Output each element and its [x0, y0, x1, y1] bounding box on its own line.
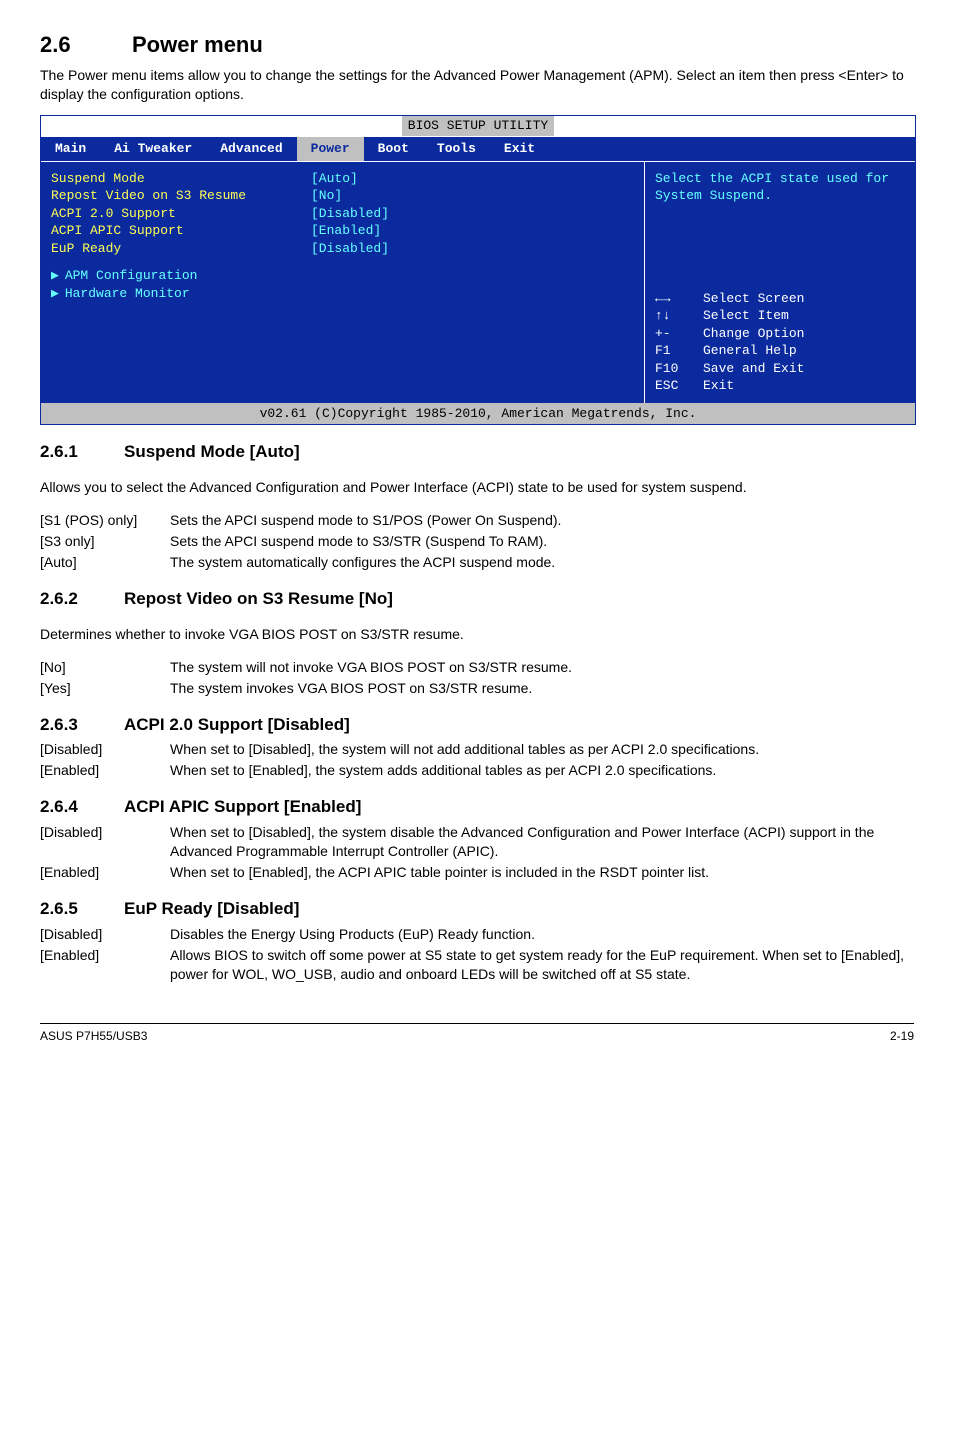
subsection-heading: 2.6.3 ACPI 2.0 Support [Disabled]	[40, 714, 914, 737]
option-row: [Enabled]When set to [Enabled], the syst…	[40, 761, 914, 780]
bios-option-row[interactable]: Suspend Mode[Auto]	[51, 170, 634, 188]
bios-option-row[interactable]: Repost Video on S3 Resume[No]	[51, 187, 634, 205]
section-number: 2.6	[40, 30, 96, 60]
bios-help-text: Select the ACPI state used for System Su…	[655, 170, 905, 290]
section-intro: The Power menu items allow you to change…	[40, 66, 914, 104]
bios-menu-item[interactable]: Main	[41, 137, 100, 161]
bios-box: BIOS SETUP UTILITY Main Ai Tweaker Advan…	[40, 115, 916, 425]
option-row: [Disabled]When set to [Disabled], the sy…	[40, 823, 914, 861]
bios-submenu[interactable]: ▶APM Configuration	[51, 267, 634, 285]
section-title: Power menu	[132, 30, 263, 60]
bios-menu-item[interactable]: Ai Tweaker	[100, 137, 206, 161]
bios-option-row[interactable]: EuP Ready[Disabled]	[51, 240, 634, 258]
bios-title-bar: BIOS SETUP UTILITY	[41, 116, 915, 137]
bios-menu-item[interactable]: Boot	[364, 137, 423, 161]
option-row: [Auto]The system automatically configure…	[40, 553, 914, 572]
section-heading: 2.6 Power menu	[40, 30, 914, 60]
bios-menu-item[interactable]: Exit	[490, 137, 549, 161]
option-row: [S3 only]Sets the APCI suspend mode to S…	[40, 532, 914, 551]
bios-option-row[interactable]: ACPI 2.0 Support[Disabled]	[51, 205, 634, 223]
bios-options-pane: Suspend Mode[Auto] Repost Video on S3 Re…	[41, 162, 645, 403]
triangle-right-icon: ▶	[51, 268, 59, 283]
bios-keys: ←→Select Screen ↑↓Select Item +-Change O…	[655, 290, 905, 395]
option-row: [Yes]The system invokes VGA BIOS POST on…	[40, 679, 914, 698]
option-row: [Enabled]When set to [Enabled], the ACPI…	[40, 863, 914, 882]
option-row: [No]The system will not invoke VGA BIOS …	[40, 658, 914, 677]
bios-title: BIOS SETUP UTILITY	[402, 116, 554, 136]
triangle-right-icon: ▶	[51, 286, 59, 301]
bios-help-pane: Select the ACPI state used for System Su…	[645, 162, 915, 403]
page-footer: ASUS P7H55/USB3 2-19	[40, 1023, 914, 1044]
bios-menu-item[interactable]: Advanced	[206, 137, 296, 161]
option-row: [Disabled]When set to [Disabled], the sy…	[40, 740, 914, 759]
option-row: [Enabled]Allows BIOS to switch off some …	[40, 946, 914, 984]
subsection-heading: 2.6.2 Repost Video on S3 Resume [No]	[40, 588, 914, 611]
subsection-heading: 2.6.1 Suspend Mode [Auto]	[40, 441, 914, 464]
footer-left: ASUS P7H55/USB3	[40, 1028, 147, 1044]
subsection-heading: 2.6.5 EuP Ready [Disabled]	[40, 898, 914, 921]
subsection-heading: 2.6.4 ACPI APIC Support [Enabled]	[40, 796, 914, 819]
bios-option-row[interactable]: ACPI APIC Support[Enabled]	[51, 222, 634, 240]
bios-footer: v02.61 (C)Copyright 1985-2010, American …	[41, 403, 915, 425]
bios-submenu[interactable]: ▶Hardware Monitor	[51, 285, 634, 303]
option-row: [S1 (POS) only]Sets the APCI suspend mod…	[40, 511, 914, 530]
subsection-desc: Determines whether to invoke VGA BIOS PO…	[40, 625, 914, 644]
subsection-desc: Allows you to select the Advanced Config…	[40, 478, 914, 497]
bios-menu-item[interactable]: Tools	[423, 137, 490, 161]
bios-menu-item-active[interactable]: Power	[297, 137, 364, 161]
footer-right: 2-19	[890, 1028, 914, 1044]
option-row: [Disabled]Disables the Energy Using Prod…	[40, 925, 914, 944]
bios-menu: Main Ai Tweaker Advanced Power Boot Tool…	[41, 137, 915, 162]
